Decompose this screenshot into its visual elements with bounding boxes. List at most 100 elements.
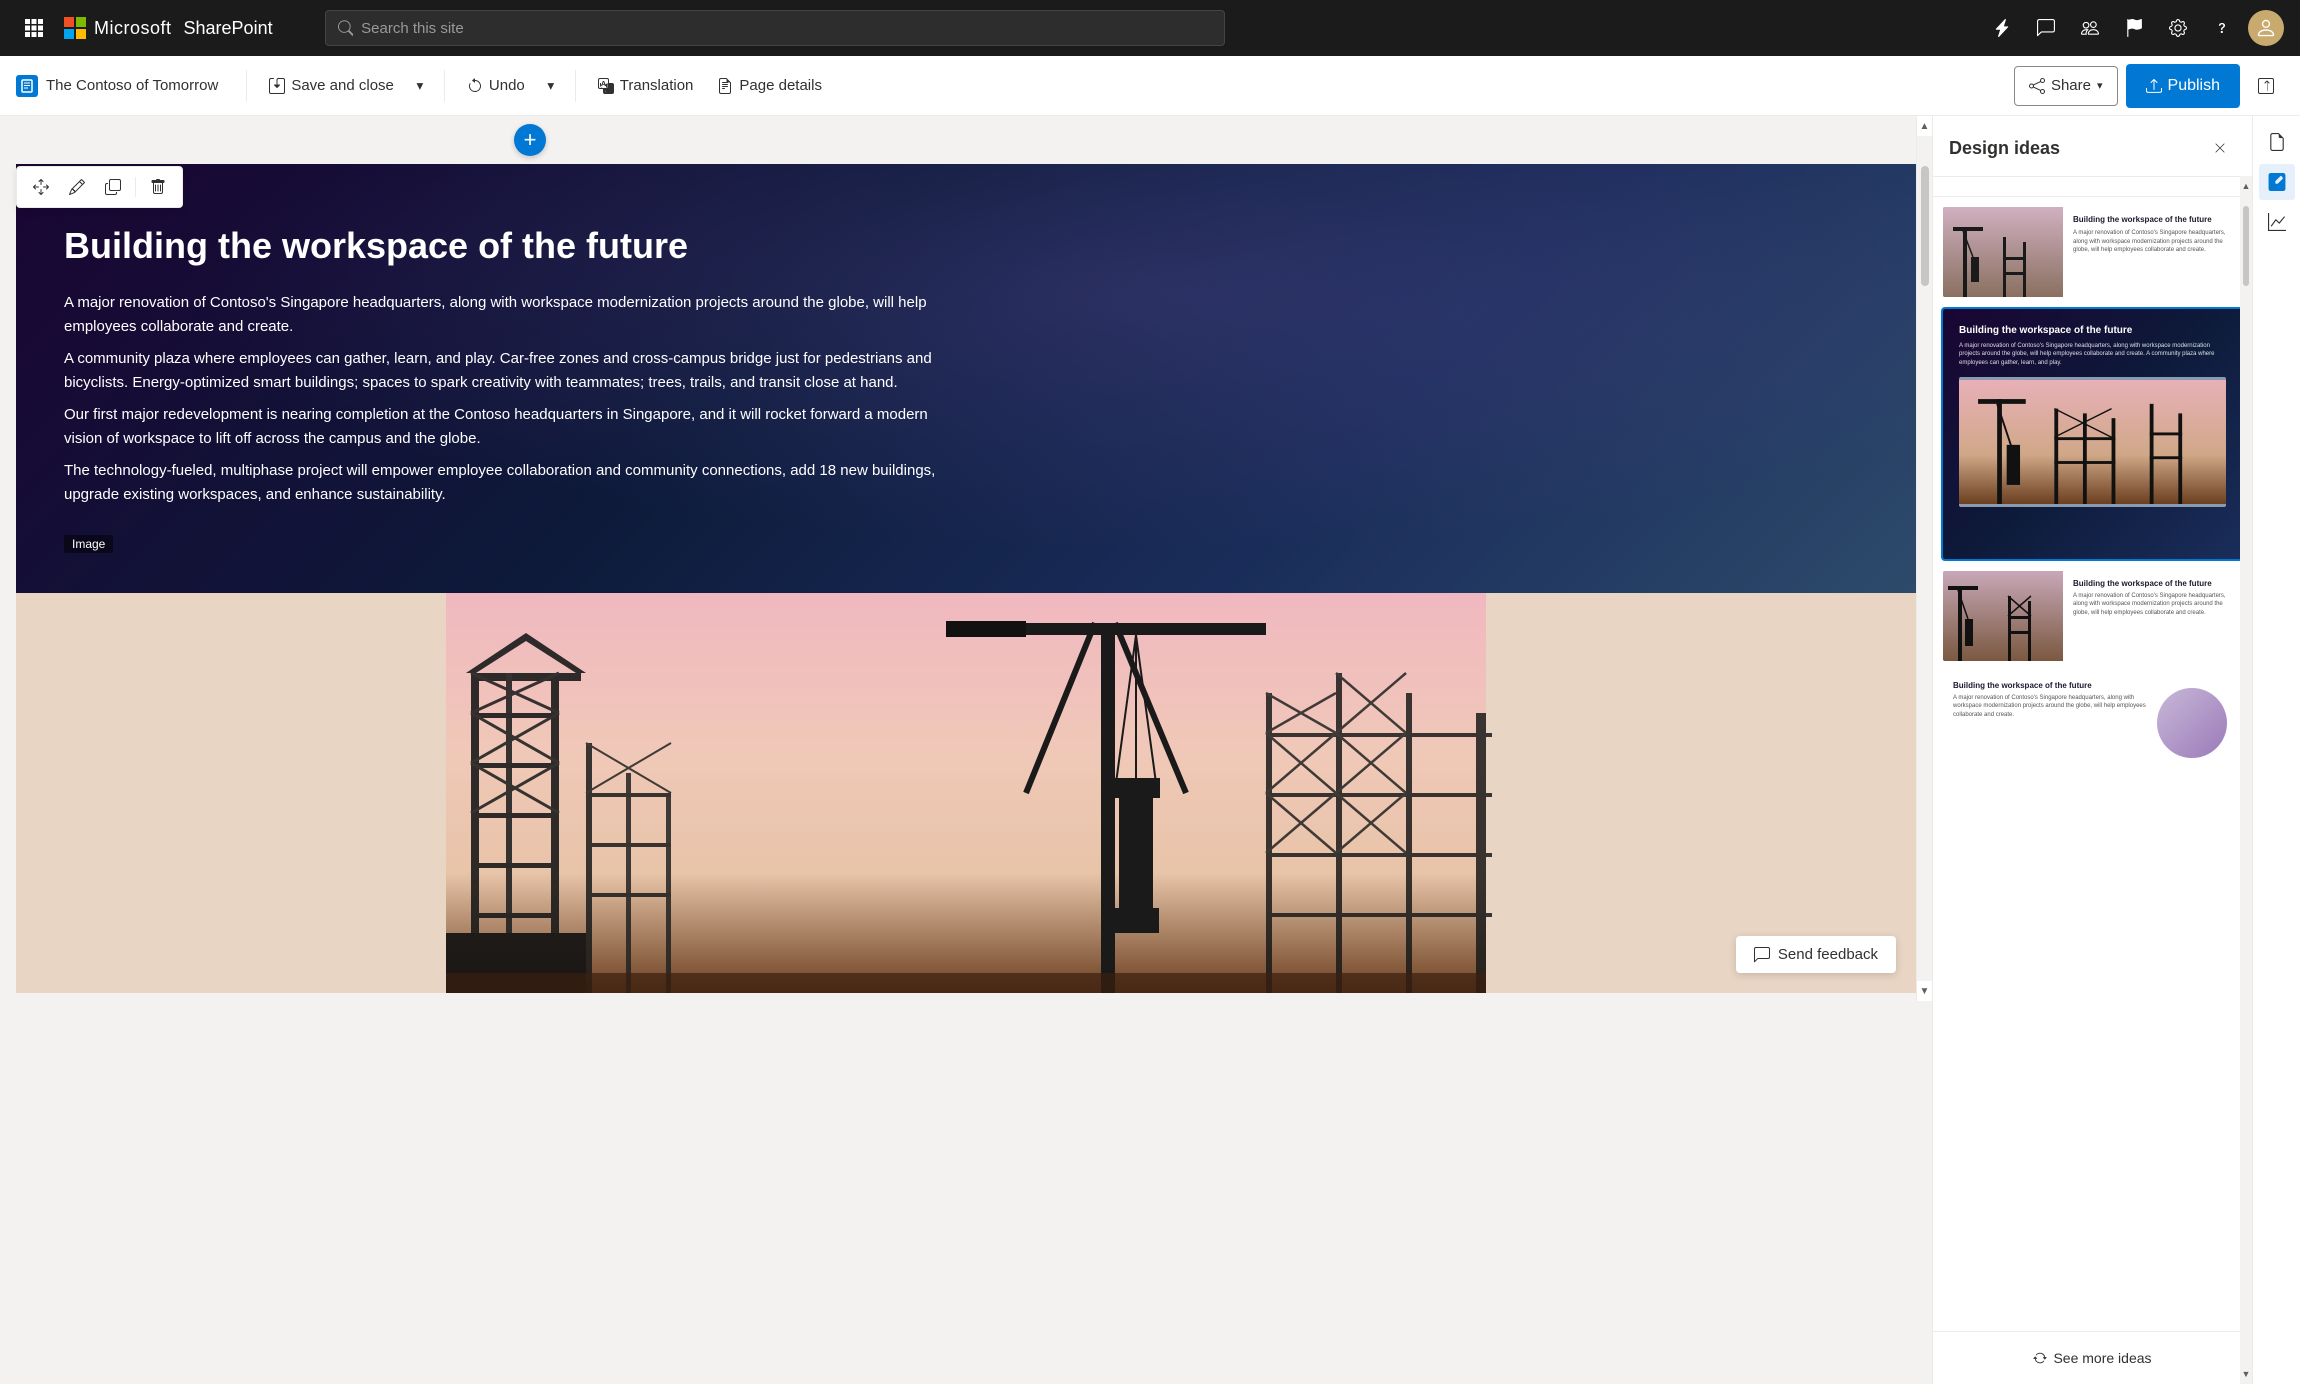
publish-label: Publish [2168, 77, 2220, 95]
card3-body: A major renovation of Contoso's Singapor… [2073, 592, 2232, 617]
help-icon-button[interactable] [2204, 10, 2240, 46]
save-close-button[interactable]: Save and close [259, 66, 404, 106]
design-card-4[interactable]: Building the workspace of the future A m… [1941, 671, 2244, 775]
toolbar-right-actions: Share ▾ Publish [2014, 64, 2284, 108]
microsoft-text: Microsoft [94, 18, 172, 39]
panel-scroll-thumb[interactable] [2243, 206, 2249, 286]
see-more-ideas-button[interactable]: See more ideas [2021, 1344, 2163, 1372]
hero-section: Building the workspace of the future A m… [16, 164, 1916, 593]
see-more-label: See more ideas [2053, 1350, 2151, 1366]
section-toolbar [16, 166, 183, 208]
undo-button[interactable]: Undo [457, 66, 535, 106]
hero-body-1: A major renovation of Contoso's Singapor… [64, 291, 964, 339]
toolbar-divider-3 [575, 70, 576, 102]
chat-icon-button[interactable] [2028, 10, 2064, 46]
move-section-button[interactable] [25, 171, 57, 203]
scroll-up-arrow[interactable]: ▲ [1917, 116, 1932, 136]
content-section: Building the workspace of the future A m… [16, 164, 1916, 993]
scroll-thumb[interactable] [1921, 166, 1929, 286]
right-sidebar-design-button[interactable] [2259, 164, 2295, 200]
card4-circle [2157, 688, 2227, 758]
design-card-1[interactable]: Building the workspace of the future A m… [1941, 205, 2244, 299]
card1-body: A major renovation of Contoso's Singapor… [2073, 229, 2232, 254]
publish-button[interactable]: Publish [2126, 64, 2240, 108]
page-details-icon [717, 78, 733, 94]
right-sidebar [2252, 116, 2300, 1384]
undo-caret[interactable]: ▾ [539, 66, 563, 106]
save-icon [269, 78, 285, 94]
card4-text: Building the workspace of the future A m… [1943, 673, 2157, 773]
design-ideas-panel: Design ideas ▲ [1932, 116, 2252, 1384]
page-details-button[interactable]: Page details [707, 66, 832, 106]
canvas-scrollbar[interactable]: ▲ ▼ [1916, 116, 1932, 1001]
ms-squares-icon [64, 17, 86, 39]
add-section-button[interactable]: + [514, 124, 546, 156]
design-panel-title: Design ideas [1949, 138, 2060, 159]
translation-icon [598, 78, 614, 94]
construction-image [16, 593, 1916, 993]
right-sidebar-analytics-button[interactable] [2259, 204, 2295, 240]
design-panel-footer: See more ideas [1933, 1331, 2252, 1384]
panel-scroll-track [2240, 196, 2252, 1364]
canvas-area[interactable]: + Building [0, 116, 1932, 1384]
search-box[interactable] [325, 10, 1225, 46]
hero-body-4: The technology-fueled, multiphase projec… [64, 459, 964, 507]
share-icon [2029, 78, 2045, 94]
duplicate-section-button[interactable] [97, 171, 129, 203]
search-input[interactable] [361, 20, 1211, 37]
lightning-icon-button[interactable] [1984, 10, 2020, 46]
microsoft-logo: Microsoft SharePoint [64, 17, 273, 39]
panel-scroll-down[interactable]: ▼ [2240, 1364, 2252, 1384]
card1-image [1943, 207, 2063, 297]
design-card-3[interactable]: Building the workspace of the future A m… [1941, 569, 2244, 663]
flag-icon-button[interactable] [2116, 10, 2152, 46]
sharepoint-text: SharePoint [184, 18, 273, 39]
section-toolbar-divider [135, 177, 136, 197]
feedback-icon [1754, 947, 1770, 963]
editor-toolbar: The Contoso of Tomorrow Save and close ▾… [0, 56, 2300, 116]
right-sidebar-page-button[interactable] [2259, 124, 2295, 160]
share-caret: ▾ [2097, 79, 2103, 92]
top-nav-bar: Microsoft SharePoint [0, 0, 2300, 56]
toolbar-divider-1 [246, 70, 247, 102]
share-button[interactable]: Share ▾ [2014, 66, 2118, 106]
delete-section-button[interactable] [142, 171, 174, 203]
hero-body: A major renovation of Contoso's Singapor… [64, 291, 964, 507]
waffle-menu-button[interactable] [16, 10, 52, 46]
section-settings-button[interactable] [61, 171, 93, 203]
panel-scroll-top: ▲ [1933, 177, 2252, 197]
save-close-caret[interactable]: ▾ [408, 66, 432, 106]
toolbar-brand: The Contoso of Tomorrow [16, 75, 218, 97]
panel-scrollbar: ▲ ▼ [2240, 176, 2252, 1384]
page-name: The Contoso of Tomorrow [46, 77, 218, 94]
settings-icon-button[interactable] [2160, 10, 2196, 46]
refresh-icon [2033, 1351, 2047, 1365]
design-card-1-inner: Building the workspace of the future A m… [1943, 207, 2242, 297]
scroll-track[interactable] [1917, 136, 1932, 981]
user-avatar[interactable] [2248, 10, 2284, 46]
design-panel-content[interactable]: Building the workspace of the future A m… [1933, 197, 2252, 1331]
send-feedback-button[interactable]: Send feedback [1736, 936, 1896, 973]
card3-image [1943, 571, 2063, 661]
translation-button[interactable]: Translation [588, 66, 704, 106]
hero-body-3: Our first major redevelopment is nearing… [64, 403, 964, 451]
card2-body: A major renovation of Contoso's Singapor… [1959, 342, 2226, 367]
people-icon-button[interactable] [2072, 10, 2108, 46]
design-card-2[interactable]: Building the workspace of the future A m… [1941, 307, 2244, 561]
canvas-scroll: + Building [0, 116, 1932, 1001]
design-panel-header: Design ideas [1933, 116, 2252, 177]
scroll-down-arrow[interactable]: ▼ [1917, 981, 1932, 1001]
toolbar-divider-2 [444, 70, 445, 102]
undo-label: Undo [489, 77, 525, 94]
panel-scroll-up[interactable]: ▲ [2240, 176, 2252, 196]
card1-title: Building the workspace of the future [2073, 215, 2232, 225]
card4-title: Building the workspace of the future [1953, 681, 2147, 690]
card3-title: Building the workspace of the future [2073, 579, 2232, 588]
search-icon [338, 20, 354, 36]
collapse-panel-button[interactable] [2248, 68, 2284, 104]
design-panel-close-button[interactable] [2204, 132, 2236, 164]
image-section: Send feedback [16, 593, 1916, 993]
page-details-label: Page details [739, 77, 822, 94]
card1-text: Building the workspace of the future A m… [2063, 207, 2242, 297]
construction-svg [16, 593, 1916, 993]
